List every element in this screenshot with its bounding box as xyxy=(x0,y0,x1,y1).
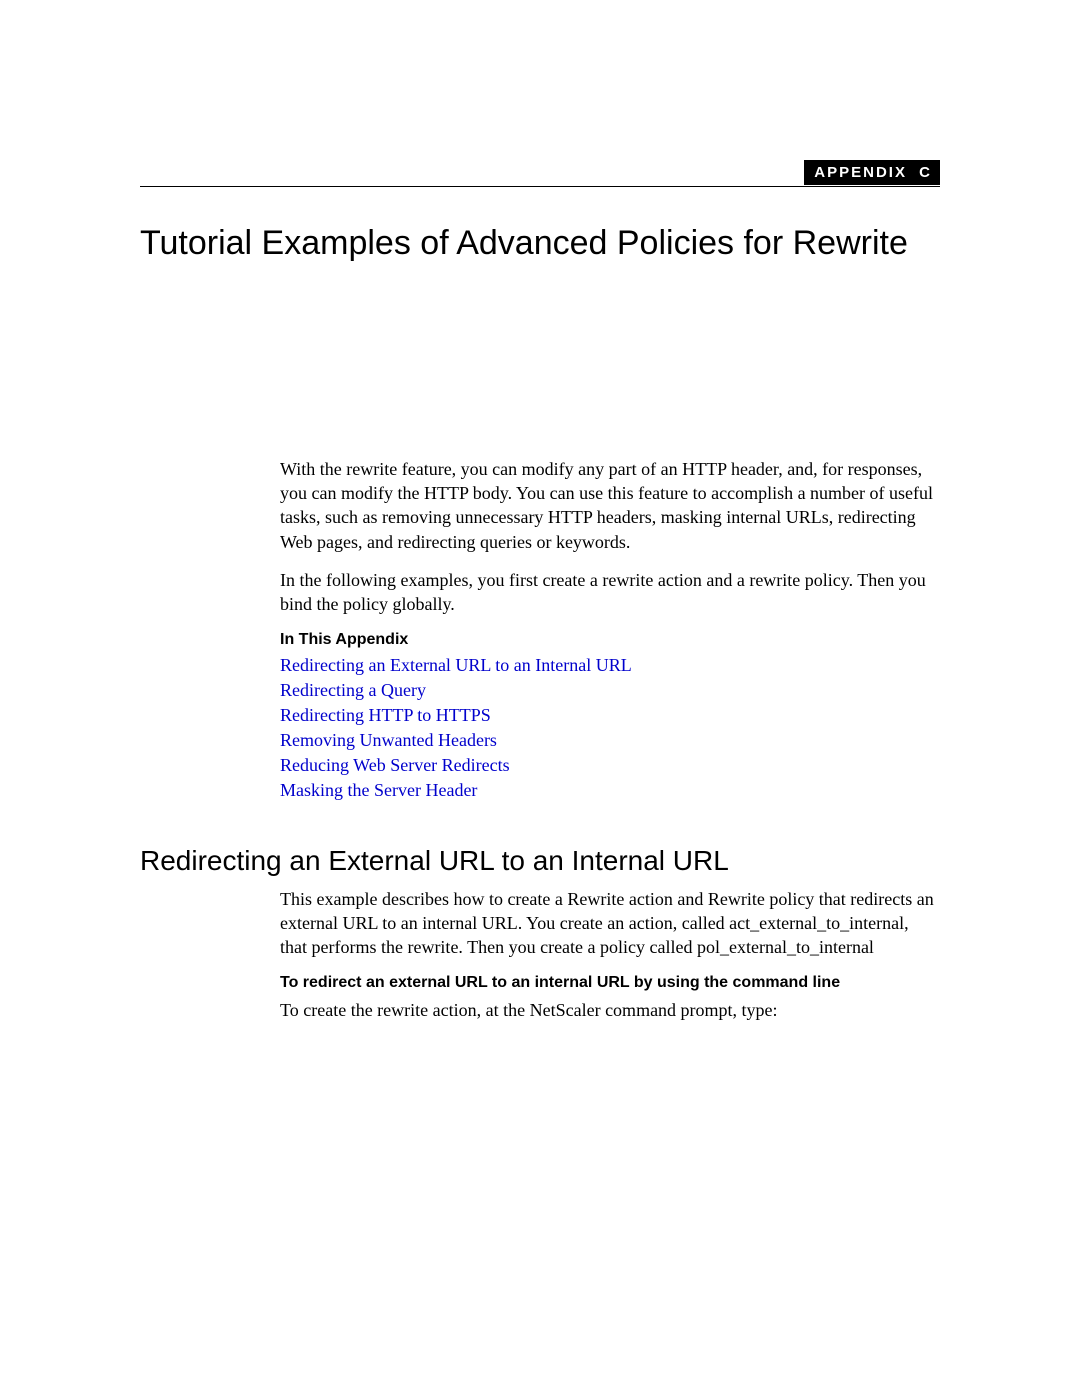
appendix-label: APPENDIX xyxy=(814,164,907,181)
toc-link-redirect-query[interactable]: Redirecting a Query xyxy=(280,680,426,700)
page-title: Tutorial Examples of Advanced Policies f… xyxy=(140,221,940,267)
section1-procedure-title: To redirect an external URL to an intern… xyxy=(280,974,940,992)
appendix-letter: C xyxy=(919,164,930,181)
section1-paragraph-2: To create the rewrite action, at the Net… xyxy=(280,998,940,1022)
top-rule xyxy=(140,186,940,187)
toc-link-redirect-external[interactable]: Redirecting an External URL to an Intern… xyxy=(280,655,632,675)
intro-paragraph-1: With the rewrite feature, you can modify… xyxy=(280,457,940,554)
appendix-badge: APPENDIX C xyxy=(804,160,940,185)
list-item: Redirecting HTTP to HTTPS xyxy=(280,705,940,726)
list-item: Removing Unwanted Headers xyxy=(280,730,940,751)
intro-block: With the rewrite feature, you can modify… xyxy=(280,457,940,1022)
toc-heading: In This Appendix xyxy=(280,631,940,649)
document-page: APPENDIX C Tutorial Examples of Advanced… xyxy=(0,0,1080,1397)
list-item: Redirecting an External URL to an Intern… xyxy=(280,655,940,676)
toc-link-remove-headers[interactable]: Removing Unwanted Headers xyxy=(280,730,497,750)
toc-link-redirect-http-https[interactable]: Redirecting HTTP to HTTPS xyxy=(280,705,491,725)
list-item: Redirecting a Query xyxy=(280,680,940,701)
list-item: Reducing Web Server Redirects xyxy=(280,755,940,776)
toc-list: Redirecting an External URL to an Intern… xyxy=(280,655,940,801)
section-heading-redirect-external: Redirecting an External URL to an Intern… xyxy=(140,845,940,877)
list-item: Masking the Server Header xyxy=(280,780,940,801)
toc-link-mask-server-header[interactable]: Masking the Server Header xyxy=(280,780,477,800)
toc-link-reduce-redirects[interactable]: Reducing Web Server Redirects xyxy=(280,755,510,775)
section1-paragraph-1: This example describes how to create a R… xyxy=(280,887,940,960)
intro-paragraph-2: In the following examples, you first cre… xyxy=(280,568,940,617)
